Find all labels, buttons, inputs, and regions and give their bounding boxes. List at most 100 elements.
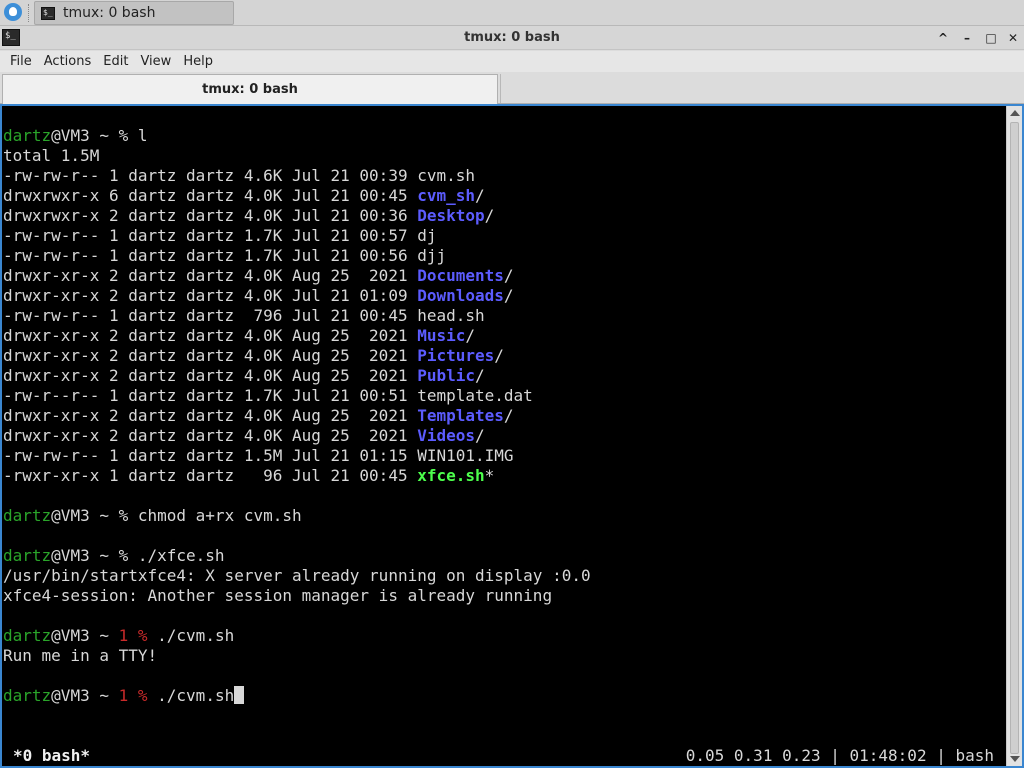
terminal-line: -rw-rw-r-- 1 dartz dartz 1.5M Jul 21 01:… [3, 446, 591, 466]
terminal-text-segment: -rw-rw-r-- 1 dartz dartz 796 Jul 21 00:4… [3, 306, 485, 325]
terminal-text-segment: 1 % [118, 626, 148, 645]
terminal-text-segment: @VM3 ~ [51, 686, 119, 705]
terminal-line: dartz@VM3 ~ % l [3, 126, 591, 146]
scroll-up-arrow-icon[interactable] [1010, 110, 1020, 116]
tmux-status-right: 0.05 0.31 0.23 | 01:48:02 | bash [685, 746, 994, 765]
whisker-menu-icon[interactable] [4, 3, 22, 21]
terminal-text-segment: -rw-rw-r-- 1 dartz dartz 1.7K Jul 21 00:… [3, 226, 437, 245]
taskbar: $_ tmux: 0 bash [0, 0, 1024, 26]
terminal-text-segment: * [484, 466, 495, 485]
terminal-text-segment: drwxr-xr-x 2 dartz dartz 4.0K Aug 25 202… [3, 266, 418, 285]
terminal-text-segment: @VM3 ~ % l [51, 126, 148, 145]
terminal-text-segment: drwxrwxr-x 2 dartz dartz 4.0K Jul 21 00:… [3, 206, 418, 225]
terminal-text-segment: -rw-r--r-- 1 dartz dartz 1.7K Jul 21 00:… [3, 386, 533, 405]
terminal-text-segment: dartz [3, 686, 52, 705]
terminal-line: /usr/bin/startxfce4: X server already ru… [3, 566, 591, 586]
terminal-line: -rw-rw-r-- 1 dartz dartz 796 Jul 21 00:4… [3, 306, 591, 326]
terminal-line: -rw-r--r-- 1 dartz dartz 1.7K Jul 21 00:… [3, 386, 591, 406]
terminal-text-segment: @VM3 ~ [51, 626, 119, 645]
terminal-text-segment: drwxr-xr-x 2 dartz dartz 4.0K Aug 25 202… [3, 346, 418, 365]
terminal-text-segment: drwxr-xr-x 2 dartz dartz 4.0K Aug 25 202… [3, 366, 418, 385]
terminal-line: Run me in a TTY! [3, 646, 591, 666]
terminal-text-segment: @VM3 ~ % chmod a+rx cvm.sh [51, 506, 302, 525]
scroll-down-arrow-icon[interactable] [1010, 756, 1020, 762]
tab-bar-empty-area [500, 74, 1022, 103]
window-close-button[interactable]: ✕ [1004, 29, 1022, 47]
terminal-text-segment: / [484, 206, 495, 225]
window-shade-button[interactable]: ^ [934, 29, 952, 47]
terminal-text-segment: dartz [3, 546, 52, 565]
terminal-text-segment: drwxrwxr-x 6 dartz dartz 4.0K Jul 21 00:… [3, 186, 418, 205]
window-maximize-button[interactable]: □ [982, 29, 1000, 47]
terminal-line: dartz@VM3 ~ 1 % ./cvm.sh [3, 626, 591, 646]
terminal-line: dartz@VM3 ~ 1 % ./cvm.sh [3, 686, 591, 706]
taskbar-separator [28, 4, 30, 22]
terminal-text-segment: / [475, 426, 485, 445]
tab-bar: tmux: 0 bash [0, 72, 1024, 104]
terminal-text-segment: drwxr-xr-x 2 dartz dartz 4.0K Aug 25 202… [3, 406, 418, 425]
terminal-text-segment: /usr/bin/startxfce4: X server already ru… [3, 566, 591, 585]
terminal-text-segment: Music [417, 326, 466, 345]
terminal-text-segment: -rw-rw-r-- 1 dartz dartz 4.6K Jul 21 00:… [3, 166, 476, 185]
terminal-text-segment: @VM3 ~ % ./xfce.sh [51, 546, 225, 565]
terminal-line: drwxr-xr-x 2 dartz dartz 4.0K Aug 25 202… [3, 426, 591, 446]
terminal-text-segment: dartz [3, 506, 52, 525]
terminal-text-segment: Pictures [417, 346, 495, 365]
terminal-text-segment: dartz [3, 126, 52, 145]
terminal-line: drwxr-xr-x 2 dartz dartz 4.0K Jul 21 01:… [3, 286, 591, 306]
menu-file[interactable]: File [4, 54, 38, 69]
menu-edit[interactable]: Edit [97, 54, 134, 69]
menu-help[interactable]: Help [177, 54, 219, 69]
menubar: File Actions Edit View Help [0, 51, 1024, 72]
scrollbar-thumb[interactable] [1010, 122, 1019, 754]
terminal-text-segment: Templates [417, 406, 504, 425]
window-titlebar[interactable]: $_ tmux: 0 bash ^ – □ ✕ [0, 26, 1024, 50]
menu-view[interactable]: View [134, 54, 177, 69]
terminal-text-segment: / [503, 266, 514, 285]
terminal-icon: $_ [41, 6, 55, 20]
terminal-area[interactable]: dartz@VM3 ~ % l total 1.5M -rw-rw-r-- 1 da… [2, 106, 1006, 766]
terminal-line: drwxr-xr-x 2 dartz dartz 4.0K Aug 25 202… [3, 366, 591, 386]
terminal-text-segment: Documents [417, 266, 504, 285]
terminal-frame: dartz@VM3 ~ % l total 1.5M -rw-rw-r-- 1 da… [0, 104, 1024, 768]
terminal-scrollbar[interactable] [1006, 106, 1022, 766]
terminal-text-segment: total 1.5M [3, 146, 100, 165]
terminal-text-segment: Run me in a TTY! [3, 646, 158, 665]
menu-actions[interactable]: Actions [38, 54, 98, 69]
terminal-line: drwxr-xr-x 2 dartz dartz 4.0K Aug 25 202… [3, 346, 591, 366]
terminal-line: -rwxr-xr-x 1 dartz dartz 96 Jul 21 00:45… [3, 466, 591, 486]
terminal-line: dartz@VM3 ~ % ./xfce.sh [3, 546, 591, 566]
terminal-text-segment: / [465, 326, 476, 345]
terminal-text-segment: xfce.sh [417, 466, 485, 485]
tmux-window-list[interactable]: *0 bash* [13, 746, 90, 766]
terminal-text-segment: -rw-rw-r-- 1 dartz dartz 1.7K Jul 21 00:… [3, 246, 447, 265]
terminal-line: drwxr-xr-x 2 dartz dartz 4.0K Aug 25 202… [3, 406, 591, 426]
terminal-text-segment: -rw-rw-r-- 1 dartz dartz 1.5M Jul 21 01:… [3, 446, 514, 465]
terminal-line: -rw-rw-r-- 1 dartz dartz 1.7K Jul 21 00:… [3, 246, 591, 266]
terminal-text-segment: cvm_sh [417, 186, 476, 205]
terminal-cursor [234, 686, 245, 704]
window-title: tmux: 0 bash [464, 30, 560, 45]
terminal-text-segment: / [475, 366, 485, 385]
terminal-text-segment: ./cvm.sh [147, 686, 235, 705]
taskbar-window-button[interactable]: $_ tmux: 0 bash [34, 1, 234, 25]
terminal-text-segment: -rwxr-xr-x 1 dartz dartz 96 Jul 21 00:45 [3, 466, 418, 485]
terminal-text-segment: dartz [3, 626, 52, 645]
terminal-text-segment: / [494, 346, 504, 365]
tab-tmux-bash[interactable]: tmux: 0 bash [2, 74, 498, 104]
terminal-text-segment: Downloads [417, 286, 504, 305]
terminal-output: dartz@VM3 ~ % l total 1.5M -rw-rw-r-- 1 da… [3, 126, 591, 706]
terminal-line: -rw-rw-r-- 1 dartz dartz 4.6K Jul 21 00:… [3, 166, 591, 186]
terminal-line: -rw-rw-r-- 1 dartz dartz 1.7K Jul 21 00:… [3, 226, 591, 246]
terminal-line: drwxr-xr-x 2 dartz dartz 4.0K Aug 25 202… [3, 266, 591, 286]
taskbar-window-label: tmux: 0 bash [63, 5, 156, 21]
terminal-text-segment: drwxr-xr-x 2 dartz dartz 4.0K Aug 25 202… [3, 326, 418, 345]
terminal-text-segment: drwxr-xr-x 2 dartz dartz 4.0K Jul 21 01:… [3, 286, 418, 305]
terminal-line: drwxrwxr-x 6 dartz dartz 4.0K Jul 21 00:… [3, 186, 591, 206]
terminal-text-segment: Videos [417, 426, 476, 445]
window-minimize-button[interactable]: – [958, 29, 976, 47]
